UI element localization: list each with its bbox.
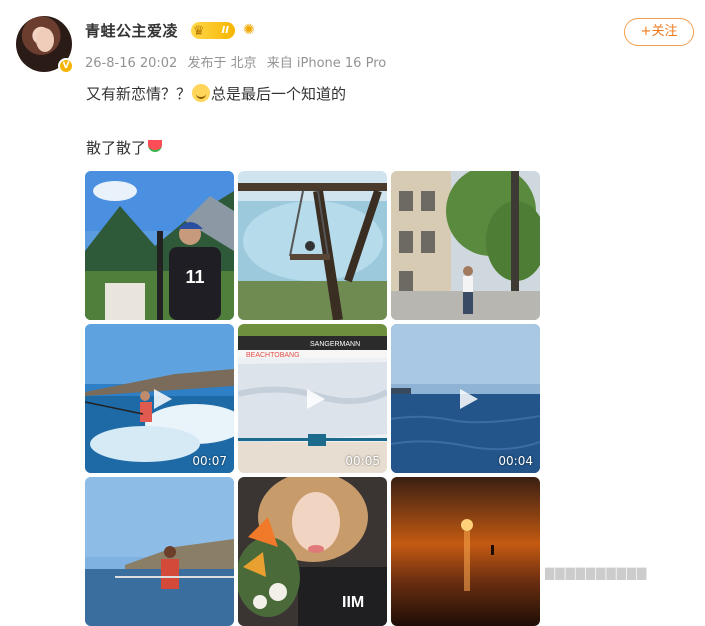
post-text-part3: 散了散了 [86,139,147,157]
photo-boat-image [85,477,234,626]
avatar-face [36,28,54,52]
post-text-line2: 散了散了 [86,137,163,158]
shirt-number-text: 11 [185,267,204,287]
post-device: 来自 iPhone 16 Pro [266,56,387,71]
post-meta: 26-8-16 20:02 发布于 北京 来自 iPhone 16 Pro [85,52,392,71]
play-icon[interactable] [142,381,178,417]
photo-swing[interactable] [238,171,387,320]
photo-flowers-selfie-image: IIM [238,477,387,626]
vip-level-text: II [221,25,229,36]
sweat-smile-emoji-icon [192,84,211,102]
video-sea[interactable]: 00:04 [391,324,540,473]
video-duration: 00:04 [498,454,533,468]
photo-sunset[interactable] [391,477,540,626]
post-text-part2: 总是最后一个知道的 [211,85,347,103]
vip-level-badge[interactable]: ♛ II [191,22,235,39]
crown-icon: ♛ [193,24,205,39]
post-location: 发布于 北京 [187,56,257,71]
photo-mountains[interactable]: 11 [85,171,234,320]
post-time[interactable]: 26-8-16 20:02 [85,56,177,71]
video-wakesurf[interactable]: 00:07 [85,324,234,473]
shirt-text: IIM [342,594,364,611]
photo-boat[interactable] [85,477,234,626]
post-text-part1: 又有新恋情？？ [86,85,192,103]
post-text-line1: 又有新恋情？？ 总是最后一个知道的 [86,83,346,104]
photo-mountains-image: 11 [85,171,234,320]
play-icon[interactable] [448,381,484,417]
sign-text: SANGERMANN [310,341,360,348]
sun-badge-icon[interactable]: ✺ [243,22,255,38]
watermelon-emoji-icon [148,140,163,152]
follow-button[interactable]: +关注 [624,18,694,46]
watermark: ▇▇▇▇▇▇▇▇▇▇ [545,566,648,580]
video-snow-slope[interactable]: SANGERMANN BEACHTOBANG 00:05 [238,324,387,473]
video-duration: 00:07 [192,454,227,468]
media-grid: 11 00:07 SANGERMANN BEACHTOBANG 00:05 00… [85,171,542,626]
photo-street-image [391,171,540,320]
username[interactable]: 青蛙公主爱凌 [85,20,178,41]
play-icon[interactable] [295,381,331,417]
photo-swing-image [238,171,387,320]
video-duration: 00:05 [345,454,380,468]
photo-flowers-selfie[interactable]: IIM [238,477,387,626]
photo-sunset-image [391,477,540,626]
banner-text: BEACHTOBANG [246,352,300,359]
verified-badge-icon: V [58,58,74,74]
photo-street[interactable] [391,171,540,320]
